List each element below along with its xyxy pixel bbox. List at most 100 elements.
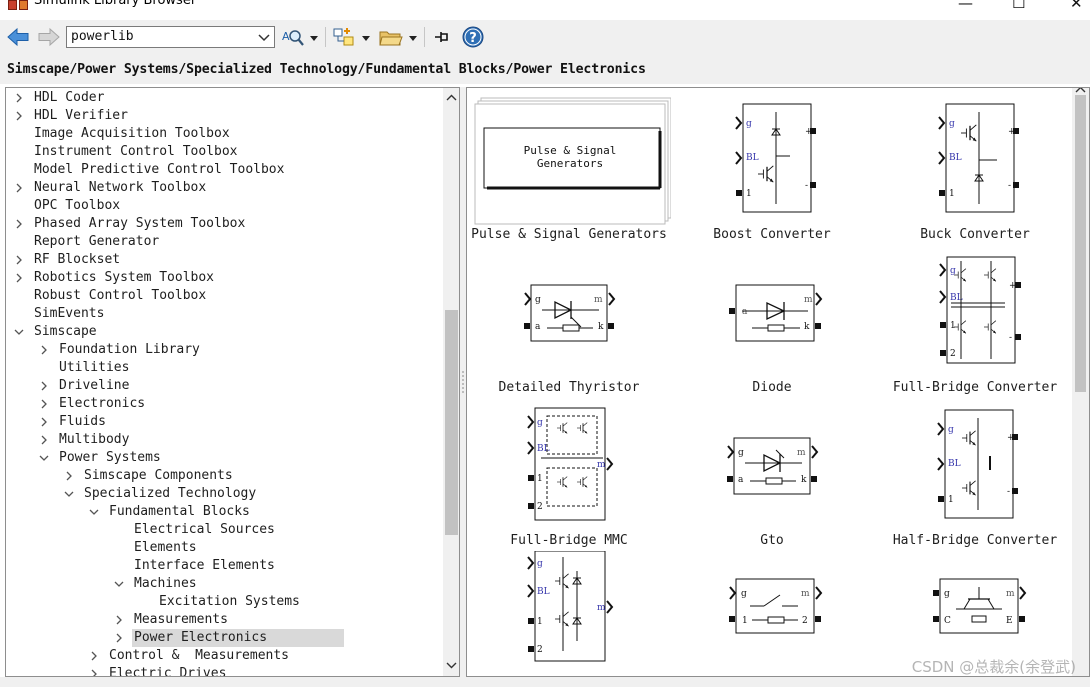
chevron-right-icon[interactable] [14, 182, 24, 194]
scroll-up-icon[interactable] [446, 93, 457, 103]
block-icon[interactable]: g BL 1 + - [873, 398, 1077, 551]
chevron-right-icon[interactable] [89, 650, 99, 662]
library-block[interactable]: g BL 1 2 m Full-Bridge MMC [467, 398, 671, 551]
forward-button[interactable] [37, 27, 61, 47]
library-block[interactable]: g BL 1 2 m [467, 551, 671, 677]
find-options-arrow-icon[interactable] [310, 36, 318, 41]
chevron-down-icon[interactable] [256, 28, 272, 46]
pin-button[interactable] [432, 27, 452, 47]
tree-item[interactable]: HDL Verifier [6, 107, 441, 125]
tree-item[interactable]: Simscape Components [6, 467, 441, 485]
scroll-down-icon[interactable] [446, 660, 457, 670]
new-model-button[interactable] [332, 26, 356, 48]
block-icon[interactable]: g BL 1 2 m [467, 398, 671, 551]
chevron-right-icon[interactable] [114, 614, 124, 626]
chevron-right-icon[interactable] [14, 254, 24, 266]
library-block[interactable]: g BL 1 + - Boost Converter [670, 92, 874, 245]
block-icon[interactable]: g BL 1 + - [873, 92, 1077, 245]
tree-item[interactable]: Foundation Library [6, 341, 441, 359]
library-block[interactable]: Pulse & Signal Generators Pulse & Signal … [467, 92, 671, 245]
library-block[interactable]: g BL 1 + - Half-Bridge Converter [873, 398, 1077, 551]
tree-item[interactable]: Simscape [6, 323, 441, 341]
block-icon[interactable]: gBL12+- [873, 245, 1077, 398]
chevron-right-icon[interactable] [64, 470, 74, 482]
tree-item[interactable]: SimEvents [6, 305, 441, 323]
chevron-right-icon[interactable] [39, 344, 49, 356]
block-icon[interactable]: Pulse & Signal Generators [467, 92, 671, 245]
tree-item[interactable]: Power Systems [6, 449, 441, 467]
tree-item[interactable]: Fluids [6, 413, 441, 431]
minimize-icon[interactable]: — [958, 0, 973, 12]
tree-item[interactable]: Instrument Control Toolbox [6, 143, 441, 161]
chevron-right-icon[interactable] [14, 110, 24, 122]
chevron-right-icon[interactable] [39, 380, 49, 392]
block-library-panel[interactable]: Pulse & Signal Generators Pulse & Signal … [466, 87, 1090, 677]
block-label[interactable]: Detailed Thyristor [467, 380, 671, 395]
block-icon[interactable]: g BL 1 2 m [467, 551, 671, 677]
tree-item[interactable]: Fundamental Blocks [6, 503, 441, 521]
library-block[interactable]: g m a k Detailed Thyristor [467, 245, 671, 398]
tree-item[interactable]: Measurements [6, 611, 441, 629]
block-scrollbar[interactable] [1072, 88, 1089, 676]
chevron-right-icon[interactable] [14, 218, 24, 230]
block-label[interactable]: Buck Converter [873, 227, 1077, 242]
tree-item[interactable]: Elements [6, 539, 441, 557]
tree-item[interactable]: Robust Control Toolbox [6, 287, 441, 305]
scroll-up-icon[interactable] [1075, 87, 1086, 94]
splitter-grip[interactable] [462, 370, 464, 394]
chevron-right-icon[interactable] [114, 632, 124, 644]
find-block-button[interactable]: A [281, 26, 305, 48]
library-block[interactable]: g m 1 2 [670, 551, 874, 677]
chevron-down-icon[interactable] [14, 326, 24, 338]
tree-item[interactable]: Model Predictive Control Toolbox [6, 161, 441, 179]
tree-item[interactable]: Electrical Sources [6, 521, 441, 539]
block-icon[interactable]: g m a k [670, 398, 874, 551]
tree-item[interactable]: Interface Elements [6, 557, 441, 575]
block-icon[interactable]: g m a k [467, 245, 671, 398]
chevron-down-icon[interactable] [64, 488, 74, 500]
library-block[interactable]: g m a k Gto [670, 398, 874, 551]
chevron-down-icon[interactable] [39, 452, 49, 464]
chevron-right-icon[interactable] [39, 398, 49, 410]
help-button[interactable]: ? [462, 26, 484, 48]
tree-item[interactable]: HDL Coder [6, 89, 441, 107]
chevron-right-icon[interactable] [14, 272, 24, 284]
tree-item[interactable]: Neural Network Toolbox [6, 179, 441, 197]
close-icon[interactable]: ✕ [1070, 0, 1083, 12]
open-button[interactable] [378, 26, 404, 48]
library-block[interactable]: a m k Diode [670, 245, 874, 398]
block-label[interactable]: Full-Bridge Converter [873, 380, 1077, 395]
tree-item[interactable]: Control & Measurements [6, 647, 441, 665]
block-label[interactable]: Boost Converter [670, 227, 874, 242]
tree-item[interactable]: Driveline [6, 377, 441, 395]
maximize-icon[interactable]: ☐ [1012, 0, 1025, 12]
chevron-right-icon[interactable] [39, 434, 49, 446]
library-block[interactable]: g BL 1 + - Buck Converter [873, 92, 1077, 245]
block-label[interactable]: Diode [670, 380, 874, 395]
chevron-down-icon[interactable] [114, 578, 124, 590]
tree-item[interactable]: Phased Array System Toolbox [6, 215, 441, 233]
chevron-right-icon[interactable] [39, 416, 49, 428]
block-label[interactable]: Gto [670, 533, 874, 548]
library-tree-panel[interactable]: HDL Coder HDL Verifier Image Acquisition T… [5, 87, 460, 677]
tree-item[interactable]: Excitation Systems [6, 593, 441, 611]
tree-item[interactable]: Image Acquisition Toolbox [6, 125, 441, 143]
block-label[interactable]: Full-Bridge MMC [467, 533, 671, 548]
block-icon[interactable]: g m 1 2 [670, 551, 874, 677]
tree-item[interactable]: Electric Drives [6, 665, 441, 677]
open-options-arrow-icon[interactable] [409, 36, 417, 41]
back-button[interactable] [6, 27, 30, 47]
block-icon[interactable]: g BL 1 + - [670, 92, 874, 245]
new-options-arrow-icon[interactable] [362, 36, 370, 41]
tree-item[interactable]: RF Blockset [6, 251, 441, 269]
chevron-right-icon[interactable] [89, 668, 99, 677]
tree-item[interactable]: Power Electronics [6, 629, 441, 647]
tree-item[interactable]: Machines [6, 575, 441, 593]
tree-item[interactable]: Report Generator [6, 233, 441, 251]
tree-item[interactable]: Electronics [6, 395, 441, 413]
block-icon[interactable]: a m k [670, 245, 874, 398]
block-scrollbar-thumb[interactable] [1075, 95, 1086, 392]
tree-item[interactable]: Specialized Technology [6, 485, 441, 503]
tree-item[interactable]: Utilities [6, 359, 441, 377]
tree-item[interactable]: Multibody [6, 431, 441, 449]
